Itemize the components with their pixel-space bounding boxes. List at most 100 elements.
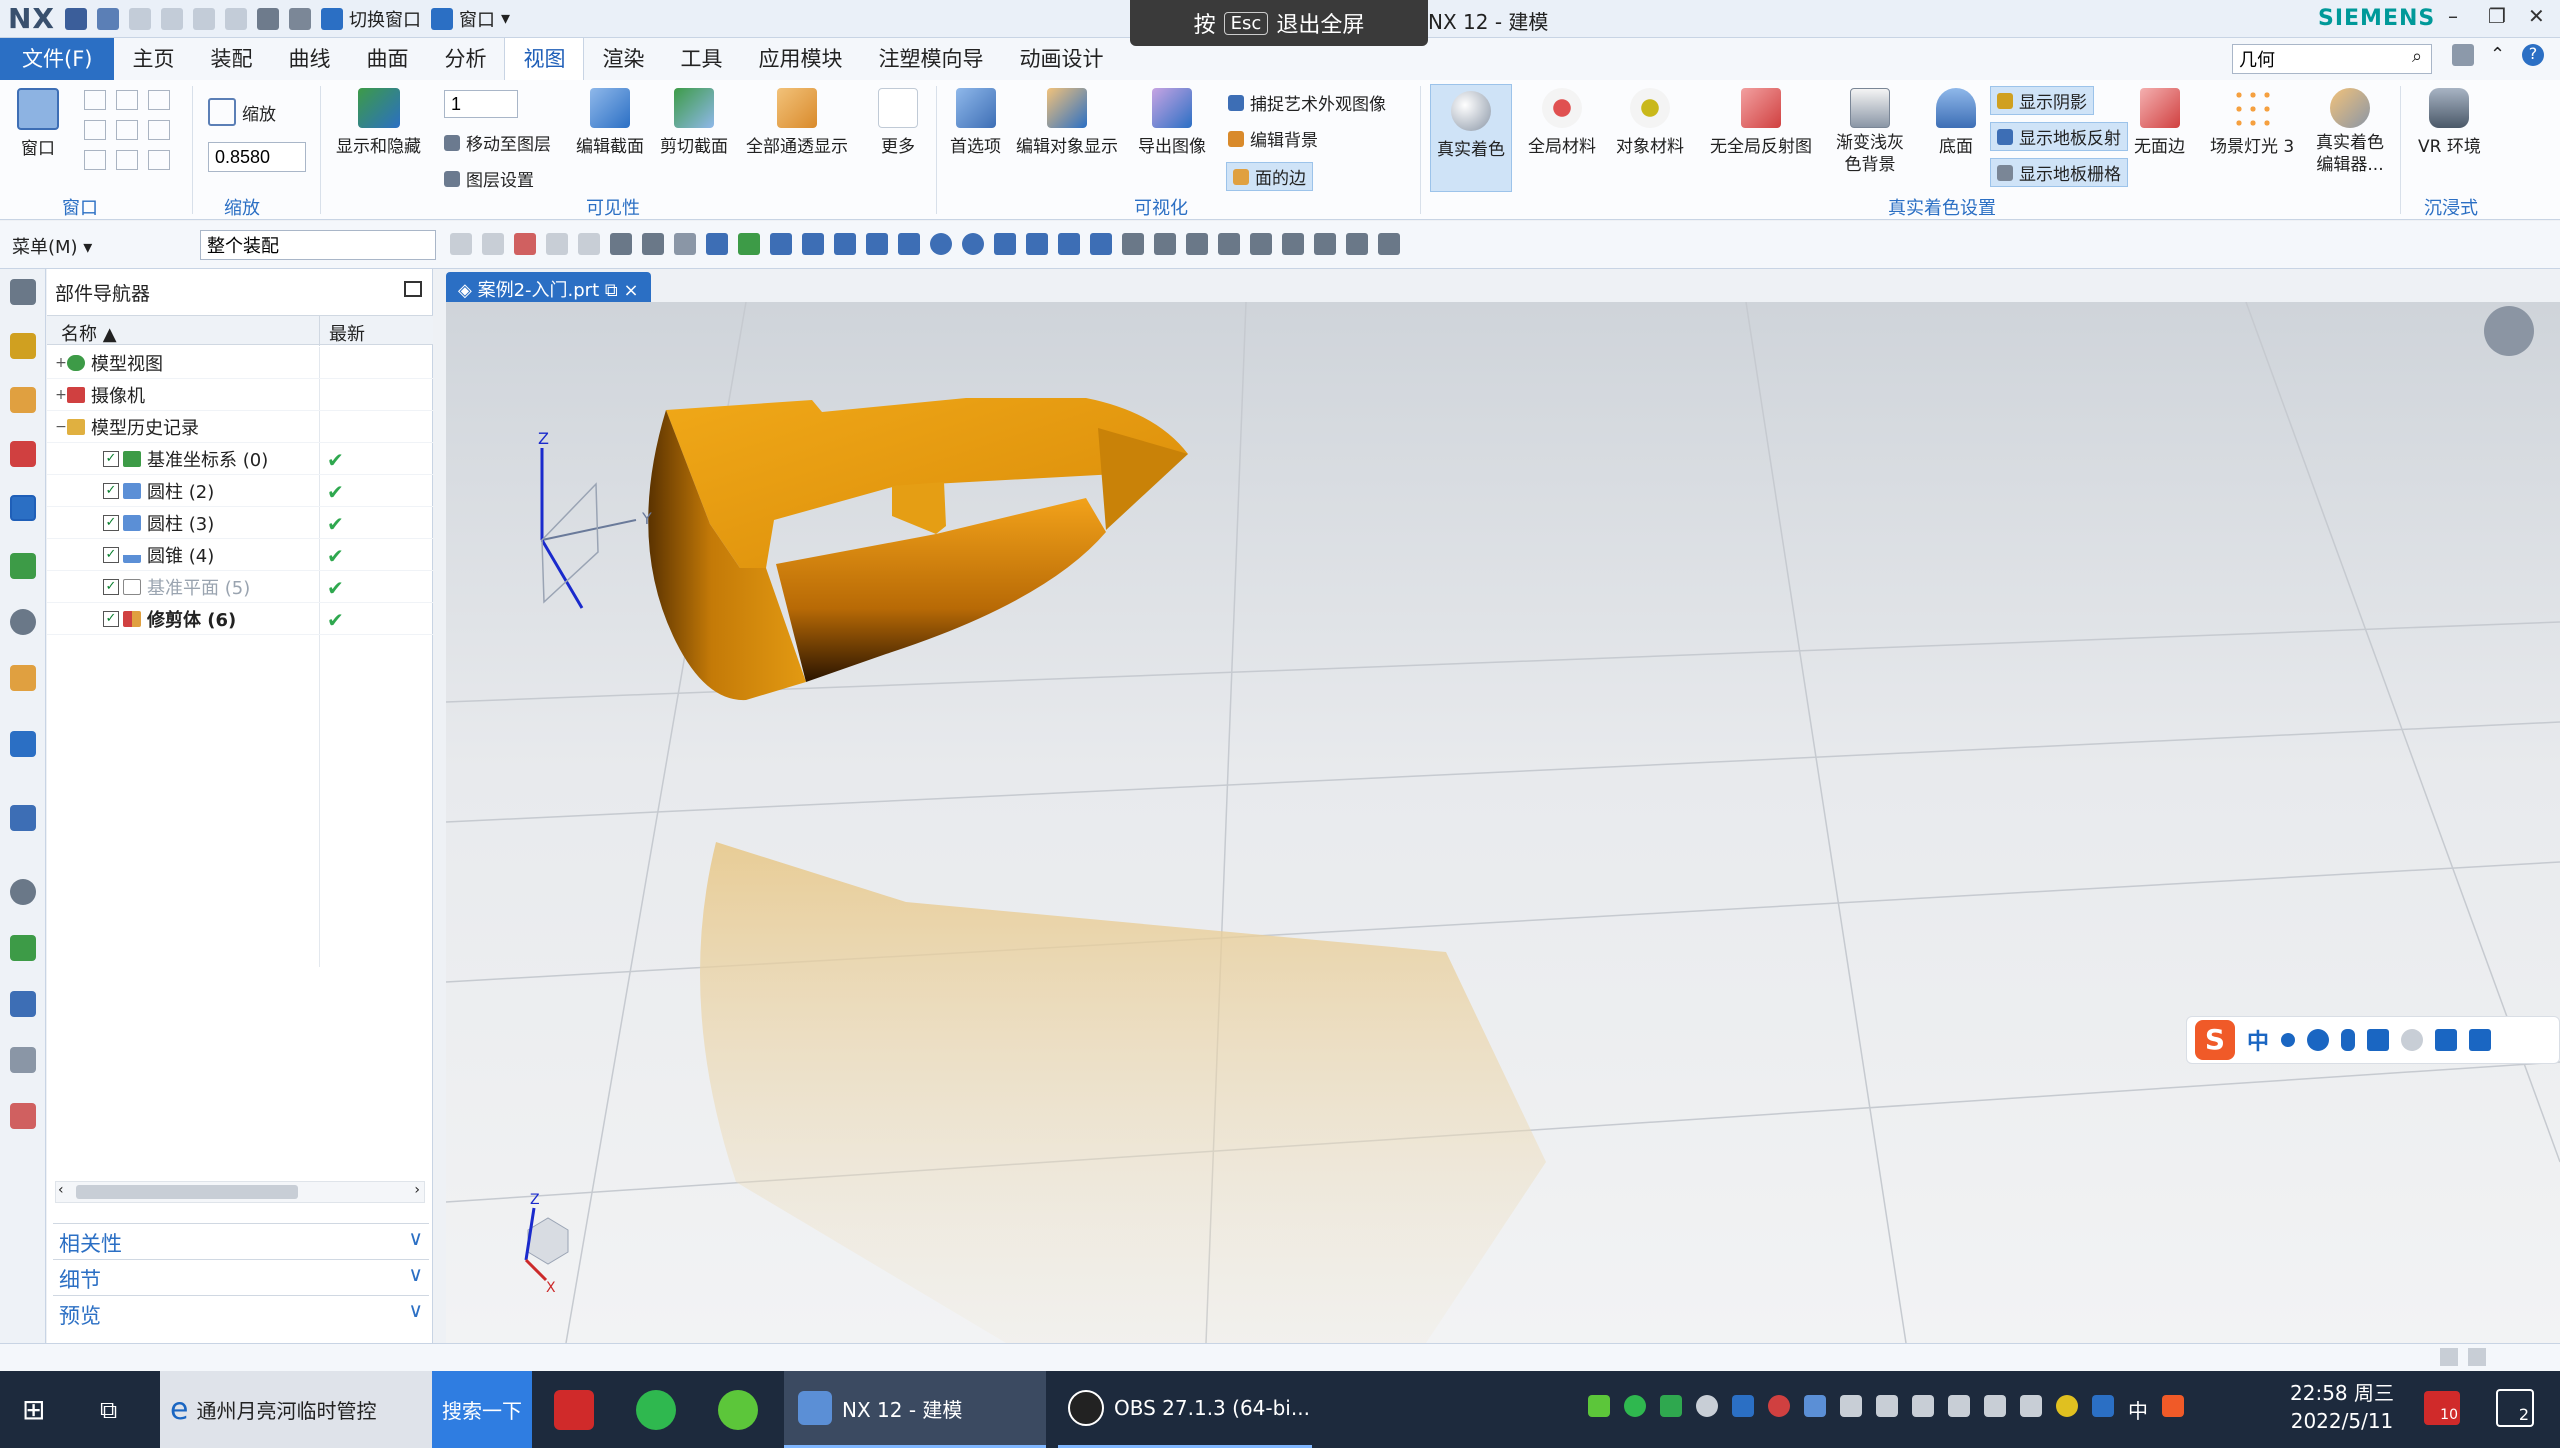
maximize-icon[interactable] [404, 281, 422, 297]
keyboard-icon[interactable] [2367, 1029, 2390, 1051]
tab-analysis[interactable]: 分析 [426, 38, 504, 80]
zoom-scale-input[interactable] [208, 142, 306, 172]
no-global-reflection-button[interactable]: 无全局反射图 [1710, 88, 1812, 157]
switch-window-button[interactable]: 切换窗口 [349, 6, 421, 32]
layout-9-icon[interactable] [148, 150, 170, 170]
full-screen-icon[interactable] [2452, 44, 2474, 66]
command-search-input[interactable] [2232, 44, 2432, 74]
history-icon[interactable] [10, 665, 36, 691]
edit-object-display-button[interactable]: 编辑对象显示 [1016, 88, 1118, 157]
select-icon[interactable] [706, 233, 728, 255]
zoom-button[interactable]: 缩放 [208, 98, 276, 126]
switch-window-icon[interactable] [321, 7, 344, 30]
no-face-edges-button[interactable]: 无面边 [2134, 88, 2185, 157]
edit-section-button[interactable]: 编辑截面 [576, 88, 644, 157]
tab-close-button[interactable]: × [623, 280, 638, 301]
document-tab[interactable]: ◈ 案例2-入门.prt ⧉ × [446, 272, 651, 302]
tab-mold-wizard[interactable]: 注塑模向导 [860, 38, 1001, 80]
360-browser-icon[interactable] [718, 1371, 762, 1448]
tree-row-cylinder-2[interactable]: ✓ 圆柱 (2) ✔ [47, 475, 433, 507]
obs-tray-icon[interactable] [1768, 1395, 1790, 1417]
tab-home[interactable]: 主页 [114, 38, 192, 80]
expand-icon[interactable]: + [55, 387, 67, 403]
layout-7-icon[interactable] [84, 150, 106, 170]
account-icon[interactable] [2401, 1029, 2424, 1051]
part-navigator-icon[interactable] [10, 441, 36, 467]
view-icon[interactable] [1250, 233, 1272, 255]
tree-row-datum-plane-5[interactable]: ✓ 基准平面 (5) ✔ [47, 571, 433, 603]
minimize-button[interactable]: – [2448, 4, 2458, 28]
gradient-background-button[interactable]: 渐变浅灰色背景 [1834, 88, 1906, 176]
pdf-reader-icon[interactable] [554, 1371, 598, 1448]
all-transparent-button[interactable]: 全部通透显示 [746, 88, 848, 157]
capture-image-icon[interactable] [2484, 306, 2534, 356]
snap-point-icon[interactable] [738, 233, 760, 255]
navigator-horizontal-scrollbar[interactable]: ‹ › [55, 1181, 425, 1203]
skin-icon[interactable] [2435, 1029, 2458, 1051]
tools-icon[interactable] [10, 1047, 36, 1073]
scroll-left-icon[interactable]: ‹ [58, 1182, 64, 1198]
filter-icon[interactable] [482, 233, 504, 255]
snap-icon[interactable] [834, 233, 856, 255]
tab-render[interactable]: 渲染 [584, 38, 662, 80]
tab-assembly[interactable]: 装配 [192, 38, 270, 80]
view-icon[interactable] [1186, 233, 1208, 255]
tab-float-icon[interactable]: ⧉ [605, 280, 624, 301]
visibility-checkbox[interactable]: ✓ [103, 450, 119, 467]
ime-language-toggle[interactable]: 中 [2247, 1024, 2269, 1056]
file-menu-tab[interactable]: 文件(F) [0, 38, 115, 80]
tab-curve[interactable]: 曲线 [270, 38, 348, 80]
show-hide-button[interactable]: 显示和隐藏 [336, 88, 421, 157]
system-materials-icon[interactable] [10, 731, 36, 757]
vr-environment-button[interactable]: VR 环境 [2418, 88, 2481, 157]
filter-icon[interactable] [450, 233, 472, 255]
bluetooth-icon[interactable] [2092, 1395, 2114, 1417]
snap-icon[interactable] [1090, 233, 1112, 255]
tab-tools[interactable]: 工具 [662, 38, 740, 80]
scroll-right-icon[interactable]: › [414, 1182, 420, 1198]
close-button[interactable]: ✕ [2528, 4, 2545, 28]
graphics-viewport[interactable]: Z Y Z X [446, 302, 2560, 1343]
view-icon[interactable] [1346, 233, 1368, 255]
taskbar-clock[interactable]: 22:58 周三 2022/5/11 [2290, 1379, 2394, 1435]
wechat-icon[interactable] [636, 1371, 680, 1448]
view-icon[interactable] [1218, 233, 1240, 255]
windows-start-icon[interactable]: ⊞ [22, 1371, 45, 1448]
paste-icon[interactable] [225, 7, 248, 30]
undo-icon[interactable] [97, 7, 120, 30]
tree-row-cone-4[interactable]: ✓ 圆锥 (4) ✔ [47, 539, 433, 571]
show-floor-grid-toggle[interactable]: 显示地板栅格 [1990, 158, 2128, 187]
copy-icon[interactable] [193, 7, 216, 30]
move-to-layer-button[interactable]: 移动至图层 [444, 130, 551, 155]
battery-icon[interactable] [1588, 1395, 1610, 1417]
layout-6-icon[interactable] [148, 120, 170, 140]
app-tray-icon[interactable] [1804, 1395, 1826, 1417]
visibility-checkbox[interactable]: ✓ [103, 610, 119, 627]
usb-icon[interactable] [1876, 1395, 1898, 1417]
hd3d-icon[interactable] [10, 553, 36, 579]
clock-icon[interactable] [10, 879, 36, 905]
snap-icon[interactable] [770, 233, 792, 255]
select-icon[interactable] [610, 233, 632, 255]
tree-row-trim-body-6[interactable]: ✓ 修剪体 (6) ✔ [47, 603, 433, 635]
column-name[interactable]: 名称 ▲ [61, 320, 117, 346]
settings-icon[interactable] [10, 279, 36, 305]
simulation-icon[interactable] [10, 991, 36, 1017]
task-view-icon[interactable]: ⧉ [100, 1371, 117, 1448]
collapse-ribbon-icon[interactable]: ⌃ [2490, 44, 2505, 65]
filter-icon[interactable] [546, 233, 568, 255]
tab-animation[interactable]: 动画设计 [1001, 38, 1121, 80]
sogou-logo[interactable]: S [2195, 1020, 2235, 1060]
layout-2-icon[interactable] [116, 90, 138, 110]
snap-icon[interactable] [1058, 233, 1080, 255]
view-icon[interactable] [1314, 233, 1336, 255]
app-tray-icon[interactable] [1732, 1395, 1754, 1417]
clip-section-button[interactable]: 剪切截面 [660, 88, 728, 157]
quick-access-dropdown-icon[interactable]: ▾ [501, 8, 510, 29]
wechat-tray-icon[interactable] [1624, 1395, 1646, 1417]
touch-mode-icon[interactable] [257, 7, 280, 30]
visibility-checkbox[interactable]: ✓ [103, 546, 119, 563]
tree-row-datum-csys[interactable]: ✓ 基准坐标系 (0) ✔ [47, 443, 433, 475]
layout-3-icon[interactable] [148, 90, 170, 110]
window-menu-button[interactable]: 窗口 [459, 6, 495, 32]
